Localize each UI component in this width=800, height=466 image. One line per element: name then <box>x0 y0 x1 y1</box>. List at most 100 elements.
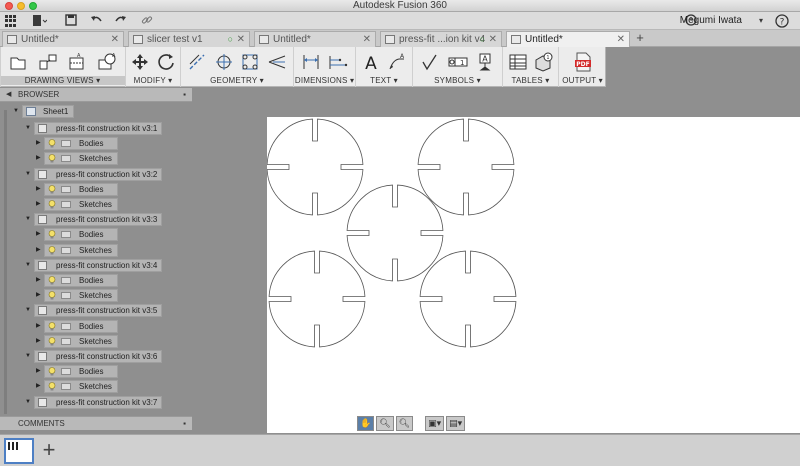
bulb-icon[interactable] <box>48 230 56 239</box>
bulb-icon[interactable] <box>48 291 56 300</box>
tree-row-component[interactable]: ▼ press-fit construction kit v3:3 <box>25 213 162 226</box>
symbols-menu[interactable]: SYMBOLS ▾ <box>413 76 502 85</box>
detail-view-tool[interactable]: A <box>96 51 118 73</box>
document-tab-active[interactable]: Untitled* ✕ <box>506 31 630 47</box>
expand-triangle-icon[interactable]: ▶ <box>36 336 41 347</box>
geometry-menu[interactable]: GEOMETRY ▾ <box>181 76 293 85</box>
tree-row-sheet[interactable]: ▼ Sheet1 <box>13 105 74 118</box>
drawing-canvas[interactable] <box>267 117 800 433</box>
tree-row-folder[interactable]: ▶ Sketches <box>36 198 118 211</box>
dimension-icon[interactable] <box>300 51 322 73</box>
tree-row-folder[interactable]: ▶ Bodies <box>36 137 118 150</box>
edge-extension-icon[interactable] <box>266 51 288 73</box>
press-fit-disc-part[interactable] <box>267 118 364 216</box>
comments-panel-header[interactable]: COMMENTS ▪ <box>0 416 192 430</box>
browser-scroll-track[interactable] <box>4 110 7 414</box>
rotate-icon[interactable] <box>155 51 177 73</box>
expand-triangle-icon[interactable]: ▼ <box>25 169 31 180</box>
bulb-icon[interactable] <box>48 276 56 285</box>
press-fit-disc-part[interactable] <box>346 184 444 282</box>
expand-triangle-icon[interactable]: ▼ <box>13 106 19 117</box>
expand-triangle-icon[interactable]: ▼ <box>25 123 31 134</box>
tree-row-folder[interactable]: ▶ Bodies <box>36 365 118 378</box>
tree-row-folder[interactable]: ▶ Sketches <box>36 335 118 348</box>
sheet-settings-icon[interactable]: ▤▾ <box>446 416 466 431</box>
bulb-icon[interactable] <box>48 337 56 346</box>
drawing-sheet[interactable] <box>267 117 800 433</box>
hand-icon[interactable]: ✋ <box>357 416 375 431</box>
expand-triangle-icon[interactable]: ▼ <box>25 397 31 408</box>
expand-triangle-icon[interactable]: ▼ <box>25 214 31 225</box>
modify-menu[interactable]: MODIFY ▾ <box>126 76 180 85</box>
expand-triangle-icon[interactable]: ▶ <box>36 275 41 286</box>
text-menu[interactable]: TEXT ▾ <box>356 76 412 85</box>
bulb-icon[interactable] <box>48 367 56 376</box>
tree-row-folder[interactable]: ▶ Sketches <box>36 289 118 302</box>
tree-row-component[interactable]: ▼ press-fit construction kit v3:6 <box>25 350 162 363</box>
base-view-tool[interactable] <box>7 51 29 73</box>
press-fit-disc-part[interactable] <box>419 250 517 348</box>
balloon-icon[interactable]: 1 <box>532 51 554 73</box>
undo-icon[interactable] <box>89 14 103 28</box>
tree-row-component[interactable]: ▼ press-fit construction kit v3:2 <box>25 168 162 181</box>
leader-icon[interactable]: A <box>386 51 408 73</box>
bulb-icon[interactable] <box>48 200 56 209</box>
expand-triangle-icon[interactable]: ▶ <box>36 153 41 164</box>
center-mark-icon[interactable] <box>213 51 235 73</box>
center-mark-pattern-icon[interactable] <box>239 51 261 73</box>
zoom-window-icon[interactable]: 🔍︎ <box>395 416 414 431</box>
output-menu[interactable]: OUTPUT ▾ <box>559 76 606 85</box>
browser-header[interactable]: ◀ BROWSER ▪ <box>0 88 192 102</box>
document-tab[interactable]: press-fit ...ion kit v4 ○ ✕ <box>380 31 502 47</box>
pin-icon[interactable]: ▪ <box>183 417 186 430</box>
expand-triangle-icon[interactable]: ▶ <box>36 366 41 377</box>
file-icon[interactable] <box>30 14 48 28</box>
feature-control-frame-icon[interactable]: 1 <box>447 51 469 73</box>
user-menu[interactable]: Megumi Iwata <box>680 15 742 26</box>
new-tab-button[interactable]: + <box>633 31 647 46</box>
tree-row-component[interactable]: ▼ press-fit construction kit v3:4 <box>25 259 162 272</box>
close-icon[interactable]: ✕ <box>237 32 245 47</box>
display-settings-icon[interactable]: ▣▾ <box>425 416 445 431</box>
tree-row-folder[interactable]: ▶ Sketches <box>36 152 118 165</box>
dimensions-menu[interactable]: DIMENSIONS ▾ <box>294 76 355 85</box>
pdf-icon[interactable]: PDF <box>572 51 594 73</box>
bulb-icon[interactable] <box>48 185 56 194</box>
tree-row-component[interactable]: ▼ press-fit construction kit v3:7 <box>25 396 162 409</box>
baseline-dimension-icon[interactable] <box>327 51 349 73</box>
pin-icon[interactable]: ▪ <box>183 88 186 102</box>
press-fit-disc-part[interactable] <box>417 118 515 216</box>
projected-view-tool[interactable] <box>37 51 59 73</box>
close-icon[interactable]: ✕ <box>363 32 371 47</box>
bulb-icon[interactable] <box>48 322 56 331</box>
add-sheet-button[interactable]: + <box>38 439 60 463</box>
section-view-tool[interactable]: A <box>66 51 88 73</box>
collapse-triangle-icon[interactable]: ◀ <box>6 88 11 102</box>
drawing-views-menu[interactable]: DRAWING VIEWS ▾ <box>0 76 125 85</box>
help-icon[interactable]: ? <box>774 14 790 28</box>
tree-row-component[interactable]: ▼ press-fit construction kit v3:1 <box>25 122 162 135</box>
move-icon[interactable] <box>129 51 151 73</box>
expand-triangle-icon[interactable]: ▶ <box>36 138 41 149</box>
redo-icon[interactable] <box>114 14 128 28</box>
document-tab[interactable]: Untitled* ✕ <box>2 31 124 47</box>
tree-row-folder[interactable]: ▶ Sketches <box>36 244 118 257</box>
document-tab[interactable]: slicer test v1 ○ ✕ <box>128 31 250 47</box>
expand-triangle-icon[interactable]: ▶ <box>36 229 41 240</box>
expand-triangle-icon[interactable]: ▶ <box>36 321 41 332</box>
expand-triangle-icon[interactable]: ▶ <box>36 290 41 301</box>
tables-menu[interactable]: TABLES ▾ <box>503 76 558 85</box>
expand-triangle-icon[interactable]: ▶ <box>36 381 41 392</box>
tree-row-component[interactable]: ▼ press-fit construction kit v3:5 <box>25 304 162 317</box>
centerline-icon[interactable] <box>186 51 208 73</box>
bulb-icon[interactable] <box>48 154 56 163</box>
tree-row-folder[interactable]: ▶ Bodies <box>36 228 118 241</box>
expand-triangle-icon[interactable]: ▼ <box>25 260 31 271</box>
document-tab[interactable]: Untitled* ✕ <box>254 31 376 47</box>
sheet-thumbnail[interactable] <box>4 438 34 464</box>
surface-texture-icon[interactable] <box>419 51 441 73</box>
close-icon[interactable]: ✕ <box>111 32 119 47</box>
bulb-icon[interactable] <box>48 139 56 148</box>
bulb-icon[interactable] <box>48 382 56 391</box>
tree-row-folder[interactable]: ▶ Bodies <box>36 274 118 287</box>
